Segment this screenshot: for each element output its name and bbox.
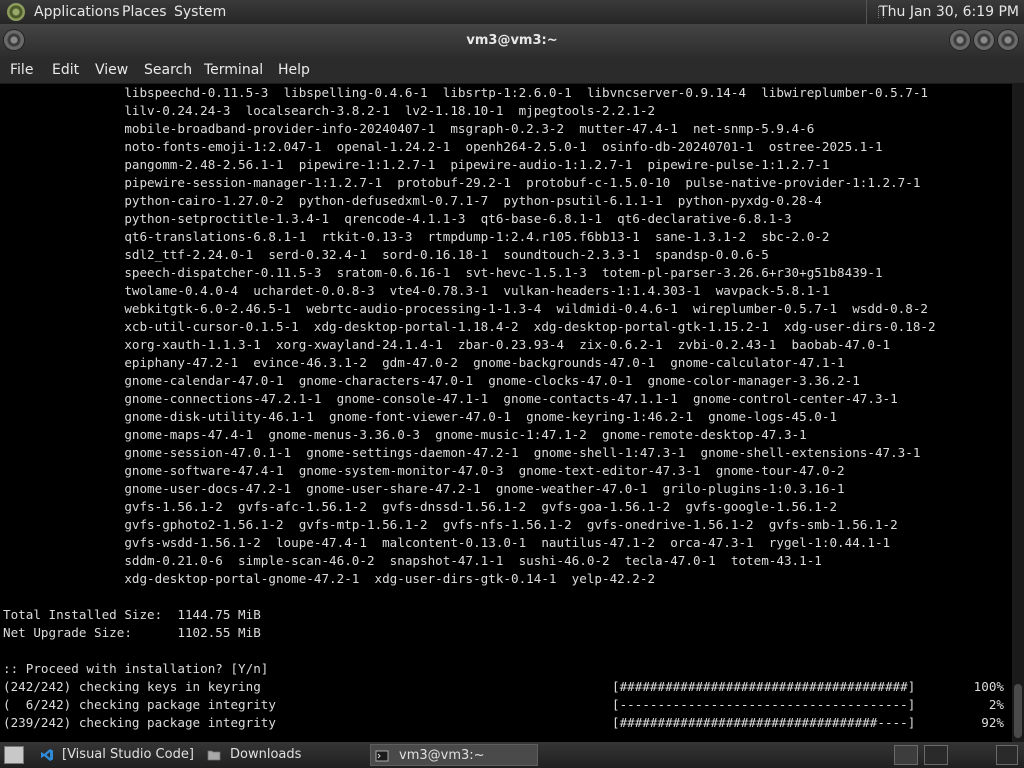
- system-menu[interactable]: System: [174, 0, 226, 24]
- task-terminal[interactable]: vm3@vm3:~: [370, 744, 538, 766]
- menubar: File Edit View Search Terminal Help: [0, 57, 1024, 84]
- progress-bar: [######################################]: [612, 679, 916, 694]
- trash-icon[interactable]: [996, 745, 1018, 765]
- progress-label: (242/242) checking keys in keyring: [3, 679, 261, 694]
- close-button[interactable]: [998, 30, 1018, 50]
- terminal-line: gnome-disk-utility-46.1-1 gnome-font-vie…: [3, 409, 838, 424]
- terminal-line: gnome-connections-47.2.1-1 gnome-console…: [3, 391, 898, 406]
- menu-edit[interactable]: Edit: [52, 57, 79, 83]
- terminal-line: mobile-broadband-provider-info-20240407-…: [3, 121, 815, 136]
- terminal-line: lilv-0.24.24-3 localsearch-3.8.2-1 lv2-1…: [3, 103, 656, 118]
- progress-percent: 2%: [988, 697, 1004, 712]
- progress-percent: 100%: [973, 679, 1004, 694]
- progress-row: (239/242) checking package integrity [###…: [3, 714, 1009, 732]
- terminal-line: sddm-0.21.0-6 simple-scan-46.0-2 snapsho…: [3, 553, 822, 568]
- terminal-line: xdg-desktop-portal-gnome-47.2-1 xdg-user…: [3, 571, 656, 586]
- terminal-line: gnome-user-docs-47.2-1 gnome-user-share-…: [3, 481, 845, 496]
- terminal-line: gnome-software-47.4-1 gnome-system-monit…: [3, 463, 845, 478]
- terminal-line: webkitgtk-6.0-2.46.5-1 webrtc-audio-proc…: [3, 301, 929, 316]
- workspace-1-icon[interactable]: [894, 745, 918, 765]
- task-downloads[interactable]: Downloads: [204, 744, 364, 766]
- terminal-line: gnome-maps-47.4-1 gnome-menus-3.36.0-3 g…: [3, 427, 807, 442]
- progress-bar: [--------------------------------------]: [612, 697, 916, 712]
- terminal-line: gnome-calendar-47.0-1 gnome-characters-4…: [3, 373, 860, 388]
- show-desktop-icon[interactable]: [4, 746, 24, 764]
- applications-menu[interactable]: Applications: [34, 0, 120, 24]
- progress-row: ( 6/242) checking package integrity [----…: [3, 696, 1009, 714]
- terminal-line: noto-fonts-emoji-1:2.047-1 openal-1.24.2…: [3, 139, 883, 154]
- window-titlebar[interactable]: vm3@vm3:~: [0, 24, 1024, 57]
- clock[interactable]: Thu Jan 30, 6:19 PM: [866, 0, 1024, 24]
- terminal-line: sdl2_ttf-2.24.0-1 serd-0.32.4-1 sord-0.1…: [3, 247, 769, 262]
- maximize-button[interactable]: [974, 30, 994, 50]
- terminal-lines: libspeechd-0.11.5-3 libspelling-0.4.6-1 …: [3, 84, 936, 678]
- task-label: vm3@vm3:~: [399, 748, 485, 763]
- progress-area: (242/242) checking keys in keyring [#####…: [3, 678, 1009, 732]
- scrollbar-thumb[interactable]: [1014, 684, 1022, 738]
- task-visual-studio-code[interactable]: [Visual Studio Code]: [36, 744, 196, 766]
- terminal-output[interactable]: libspeechd-0.11.5-3 libspelling-0.4.6-1 …: [0, 84, 1012, 742]
- terminal-line: epiphany-47.2-1 evince-46.3.1-2 gdm-47.0…: [3, 355, 845, 370]
- terminal-line: twolame-0.4.0-4 uchardet-0.0.8-3 vte4-0.…: [3, 283, 830, 298]
- distro-logo-icon[interactable]: [7, 3, 25, 21]
- task-label: Downloads: [230, 747, 302, 762]
- top-panel: Applications Places System Thu Jan 30, 6…: [0, 0, 1024, 24]
- folder-icon: [207, 750, 221, 761]
- menu-terminal[interactable]: Terminal: [204, 57, 263, 83]
- window-title: vm3@vm3:~: [466, 33, 558, 48]
- vscode-icon: [41, 749, 53, 761]
- terminal-line: pipewire-session-manager-1:1.2.7-1 proto…: [3, 175, 921, 190]
- places-menu[interactable]: Places: [122, 0, 167, 24]
- minimize-button[interactable]: [950, 30, 970, 50]
- progress-row: (242/242) checking keys in keyring [#####…: [3, 678, 1009, 696]
- terminal-line: xorg-xauth-1.1.3-1 xorg-xwayland-24.1.4-…: [3, 337, 891, 352]
- workspace-2-icon[interactable]: [924, 745, 948, 765]
- taskbar: [Visual Studio Code] Downloads vm3@vm3:~: [0, 742, 1024, 768]
- terminal-line: python-setproctitle-1.3.4-1 qrencode-4.1…: [3, 211, 792, 226]
- terminal-line: gvfs-wsdd-1.56.1-2 loupe-47.4-1 malconte…: [3, 535, 891, 550]
- terminal-line: speech-dispatcher-0.11.5-3 sratom-0.6.16…: [3, 265, 883, 280]
- progress-label: (239/242) checking package integrity: [3, 715, 276, 730]
- progress-percent: 92%: [981, 715, 1004, 730]
- terminal-line: Net Upgrade Size: 1102.55 MiB: [3, 625, 261, 640]
- menu-view[interactable]: View: [95, 57, 128, 83]
- terminal-line: python-cairo-1.27.0-2 python-defusedxml-…: [3, 193, 822, 208]
- terminal-line: :: Proceed with installation? [Y/n]: [3, 661, 269, 676]
- terminal-line: Total Installed Size: 1144.75 MiB: [3, 607, 261, 622]
- terminal-scrollbar[interactable]: [1012, 84, 1024, 742]
- menu-help[interactable]: Help: [278, 57, 310, 83]
- terminal-line: qt6-translations-6.8.1-1 rtkit-0.13-3 rt…: [3, 229, 830, 244]
- task-label: [Visual Studio Code]: [62, 747, 194, 762]
- terminal-line: pangomm-2.48-2.56.1-1 pipewire-1:1.2.7-1…: [3, 157, 830, 172]
- terminal-icon: [375, 750, 389, 762]
- terminal-line: libspeechd-0.11.5-3 libspelling-0.4.6-1 …: [3, 85, 929, 100]
- menu-search[interactable]: Search: [144, 57, 192, 83]
- progress-bar: [##################################----]: [612, 715, 916, 730]
- menu-file[interactable]: File: [10, 57, 33, 83]
- terminal-line: gnome-session-47.0.1-1 gnome-settings-da…: [3, 445, 921, 460]
- terminal-line: gvfs-1.56.1-2 gvfs-afc-1.56.1-2 gvfs-dns…: [3, 499, 838, 514]
- terminal-line: xcb-util-cursor-0.1.5-1 xdg-desktop-port…: [3, 319, 936, 334]
- progress-label: ( 6/242) checking package integrity: [3, 697, 276, 712]
- terminal-line: gvfs-gphoto2-1.56.1-2 gvfs-mtp-1.56.1-2 …: [3, 517, 898, 532]
